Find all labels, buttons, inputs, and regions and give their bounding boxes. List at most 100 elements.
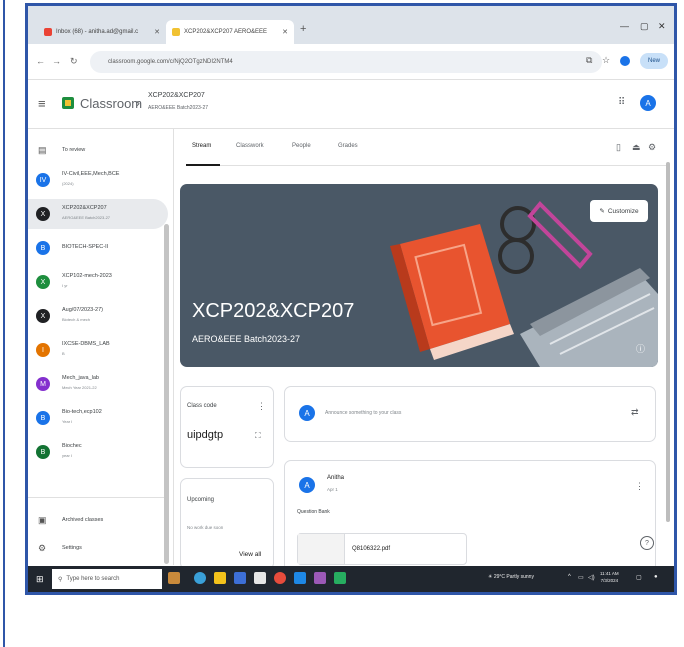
new-tab-icon[interactable]: + (300, 23, 306, 35)
hamburger-menu-icon[interactable]: ≡ (38, 96, 46, 111)
gmail-icon (44, 28, 52, 36)
more-vert-icon[interactable]: ⋮ (635, 481, 644, 492)
class-title: Mech_java_lab (62, 375, 99, 381)
post-attachment[interactable]: Q8106322.pdf (297, 533, 467, 565)
mail-icon[interactable] (254, 572, 266, 584)
notification-icon[interactable]: ▢ (636, 574, 642, 581)
class-avatar: I (36, 343, 50, 357)
google-apps-icon[interactable]: ⠿ (618, 97, 625, 108)
class-title: IV-Civil,EEE,Mech,BCE (62, 171, 120, 177)
calendar-icon[interactable]: ▯ (616, 142, 621, 153)
sidebar-item-archived[interactable]: ▣ Archived classes (28, 505, 168, 535)
class-subtitle: AERO&EEE Batch2023-27 (62, 215, 111, 220)
taskbar-widget-icon[interactable] (168, 572, 180, 584)
drive-folder-icon[interactable]: ⏏ (632, 142, 641, 153)
sidebar-item-class[interactable]: X Aug/07/2023-27) Biotech & mech (28, 301, 168, 331)
close-window-icon[interactable]: ✕ (658, 21, 666, 32)
fullscreen-icon[interactable]: ⛶ (255, 431, 261, 441)
sidebar-item-class[interactable]: B Bio-tech,ecp102 Year I (28, 403, 168, 433)
sidebar-item-class-active[interactable]: X XCP202&XCP207 AERO&EEE Batch2023-27 (28, 199, 168, 229)
info-icon[interactable]: ⓘ (636, 342, 645, 355)
taskbar-clock[interactable]: 11:41 AM 7/3/2024 (600, 570, 619, 584)
class-title: XCP102-mech-2023 (62, 273, 112, 279)
account-avatar[interactable]: A (640, 95, 656, 111)
upcoming-label: Upcoming (187, 497, 215, 503)
network-icon[interactable]: ▭ (578, 574, 584, 581)
tray-chevron-icon[interactable]: ^ (568, 574, 571, 580)
taskbar-search[interactable]: ⚲ Type here to search (52, 569, 162, 589)
breadcrumb-chevron-icon: › (136, 96, 140, 110)
page-scrollbar[interactable] (666, 162, 670, 522)
maximize-icon[interactable]: ▢ (640, 21, 649, 32)
class-settings-icon[interactable]: ⚙ (648, 142, 656, 153)
windows-taskbar: ⊞ ⚲ Type here to search ☀ 29°C Partly su… (28, 566, 674, 592)
class-title: Bio-tech,ecp102 (62, 409, 102, 415)
close-tab-icon[interactable]: ✕ (282, 28, 288, 36)
url-field[interactable]: classroom.google.com/c/NjQ2OTgzNDI2NTM4 (90, 51, 602, 73)
class-avatar: X (36, 275, 50, 289)
repost-icon[interactable]: ⇄ (631, 407, 639, 418)
sidebar-scrollbar[interactable] (164, 224, 169, 564)
active-tab-underline (186, 164, 220, 166)
sidebar-item-class[interactable]: M Mech_java_lab Mech Year 2021-22 (28, 369, 168, 399)
sidebar-item-settings[interactable]: ⚙ Settings (28, 533, 168, 563)
customize-button[interactable]: ✎ Customize (590, 200, 648, 222)
share-icon[interactable]: ⧉ (586, 55, 592, 66)
breadcrumb-class-title[interactable]: XCP202&XCP207 (148, 92, 205, 99)
sidebar-item-class[interactable]: B BIOTECH-SPEC-II (28, 233, 168, 263)
weather-text: 29°C Partly sunny (493, 574, 534, 580)
view-all-link[interactable]: View all (239, 551, 261, 558)
class-avatar: M (36, 377, 50, 391)
more-vert-icon[interactable]: ⋮ (257, 401, 266, 412)
sidebar-item-class[interactable]: I IXCSE-DBMS_LAB B (28, 335, 168, 365)
volume-icon[interactable]: ◁) (588, 574, 595, 581)
edge-icon[interactable] (194, 572, 206, 584)
announce-card[interactable]: A Announce something to your class ⇄ (284, 386, 656, 442)
tab-classwork[interactable]: Classwork (236, 143, 264, 149)
taskbar-app-icon[interactable]: ● (654, 574, 658, 580)
post-card: A Anitha Apr 1 ⋮ Question Bank Q8106322.… (284, 460, 656, 572)
attachment-filename: Q8106322.pdf (352, 546, 391, 552)
reload-icon[interactable]: ↻ (70, 56, 78, 67)
weather-widget[interactable]: ☀ 29°C Partly sunny (488, 574, 534, 580)
classroom-logo[interactable] (62, 97, 74, 109)
post-author-avatar: A (299, 477, 315, 493)
bookmark-star-icon[interactable]: ☆ (602, 55, 610, 66)
archive-icon: ▣ (38, 514, 47, 525)
sidebar-item-label: Archived classes (62, 517, 104, 523)
file-explorer-icon[interactable] (214, 572, 226, 584)
back-icon[interactable]: ← (36, 56, 45, 66)
class-avatar: X (36, 309, 50, 323)
class-code-label: Class code (187, 403, 217, 409)
sidebar-item-class[interactable]: IV IV-Civil,EEE,Mech,BCE (2024) (28, 165, 168, 195)
tab-stream[interactable]: Stream (192, 143, 211, 149)
clock-time: 11:41 AM (600, 571, 619, 576)
help-icon[interactable]: ? (640, 536, 654, 550)
browser-tab-gmail[interactable]: Inbox (68) - anitha.ad@gmail.c ✕ (38, 20, 166, 44)
new-chrome-button[interactable]: New (640, 53, 668, 69)
sidebar-item-class[interactable]: X XCP102-mech-2023 I yr (28, 267, 168, 297)
windows-start-icon[interactable]: ⊞ (36, 574, 46, 584)
close-tab-icon[interactable]: ✕ (154, 28, 160, 36)
announce-placeholder[interactable]: Announce something to your class (325, 410, 401, 416)
tab-label: Inbox (68) - anitha.ad@gmail.c (56, 29, 139, 35)
sidebar-item-class[interactable]: B Biochec year I (28, 437, 168, 467)
profile-icon[interactable] (620, 56, 630, 66)
breadcrumb-class-subtitle: AERO&EEE Batch2023-27 (148, 105, 209, 111)
app-icon[interactable] (334, 572, 346, 584)
store-icon[interactable] (234, 572, 246, 584)
app-icon[interactable] (314, 572, 326, 584)
class-subtitle: I yr (62, 283, 68, 288)
classroom-brand[interactable]: Classroom (80, 96, 142, 111)
minimize-icon[interactable]: — (620, 21, 629, 31)
browser-tab-classroom[interactable]: XCP202&XCP207 AERO&EEE ✕ (166, 20, 294, 44)
tab-people[interactable]: People (292, 143, 311, 149)
tab-grades[interactable]: Grades (338, 143, 358, 149)
forward-icon[interactable]: → (52, 56, 61, 66)
to-review-icon: ▤ (38, 144, 47, 155)
app-icon[interactable] (294, 572, 306, 584)
upcoming-card: Upcoming No work due soon View all (180, 478, 274, 570)
sidebar-item-to-review[interactable]: ▤ To review (28, 135, 168, 165)
chrome-icon[interactable] (274, 572, 286, 584)
class-banner: XCP202&XCP207 AERO&EEE Batch2023-27 ✎ Cu… (180, 184, 658, 367)
